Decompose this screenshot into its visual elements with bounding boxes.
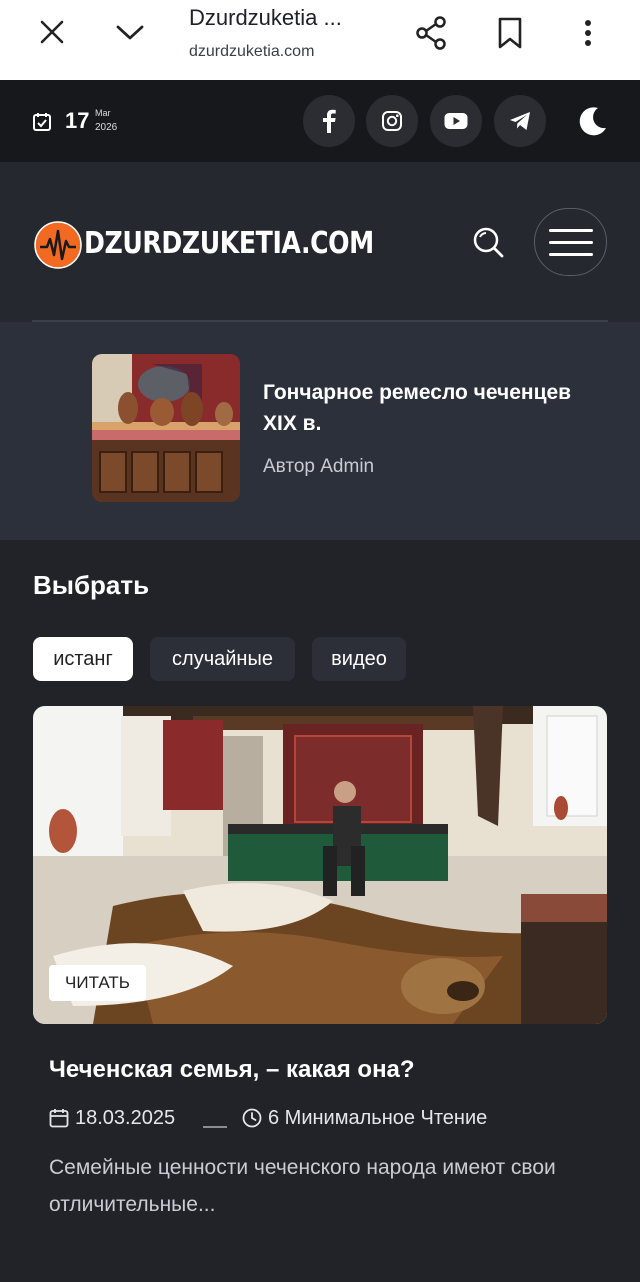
calendar-check-icon: [32, 112, 52, 132]
bookmark-icon[interactable]: [490, 12, 530, 54]
browser-url[interactable]: dzurdzuketia.com: [189, 43, 314, 61]
share-icon[interactable]: [410, 12, 452, 54]
site-logo-text[interactable]: DZURDZUKETIA.COM: [84, 226, 374, 261]
featured-post-title[interactable]: Гончарное ремесло чеченцев: [263, 377, 593, 409]
tab-random[interactable]: случайные: [150, 637, 295, 681]
moon-icon[interactable]: [572, 102, 612, 142]
read-badge[interactable]: ЧИТАТЬ: [49, 965, 146, 1001]
close-icon[interactable]: [32, 12, 72, 52]
instagram-icon: [382, 111, 402, 131]
date-month: Mar: [95, 108, 111, 118]
more-options-icon[interactable]: [570, 12, 606, 54]
instagram-button[interactable]: [366, 95, 418, 147]
search-icon[interactable]: [468, 222, 508, 262]
menu-line: [548, 252, 593, 256]
menu-line: [548, 228, 593, 232]
featured-post-image[interactable]: [92, 354, 240, 502]
menu-line: [548, 240, 593, 244]
section-title: Выбрать: [33, 570, 150, 600]
tab-istang[interactable]: истанг: [33, 637, 133, 681]
facebook-button[interactable]: [303, 95, 355, 147]
article-excerpt: Семейные ценности чеченского народа имею…: [49, 1156, 556, 1216]
featured-post-author[interactable]: Автор Admin: [263, 456, 374, 478]
youtube-button[interactable]: [430, 95, 482, 147]
chevron-down-icon[interactable]: [110, 12, 150, 52]
calendar-icon: [49, 1108, 69, 1128]
date-year: 2026: [95, 122, 118, 133]
meta-separator: [203, 1126, 227, 1128]
article-date: 18.03.2025: [75, 1107, 176, 1129]
article-read-time: 6 Минимальное Чтение: [268, 1107, 488, 1129]
browser-page-title: Dzurdzuketia ...: [189, 5, 342, 30]
telegram-icon: [510, 112, 530, 130]
date-day: 17: [65, 108, 90, 133]
telegram-button[interactable]: [494, 95, 546, 147]
tab-video[interactable]: видео: [312, 637, 406, 681]
featured-post[interactable]: Гончарное ремесло чеченцев XIX в. Автор …: [0, 322, 640, 540]
facebook-icon: [323, 109, 336, 133]
youtube-icon: [444, 113, 468, 129]
browser-toolbar: Dzurdzuketia ... dzurdzuketia.com: [0, 0, 640, 80]
site-header: DZURDZUKETIA.COM: [0, 162, 640, 322]
logo-mark-icon[interactable]: [34, 221, 82, 269]
clock-icon: [242, 1108, 262, 1128]
featured-post-title-cont[interactable]: XIX в.: [263, 408, 321, 440]
article-title[interactable]: Чеченская семья, – какая она?: [49, 1056, 415, 1084]
top-bar: 17 Mar 2026: [0, 80, 640, 162]
hamburger-menu-button[interactable]: [534, 208, 607, 276]
